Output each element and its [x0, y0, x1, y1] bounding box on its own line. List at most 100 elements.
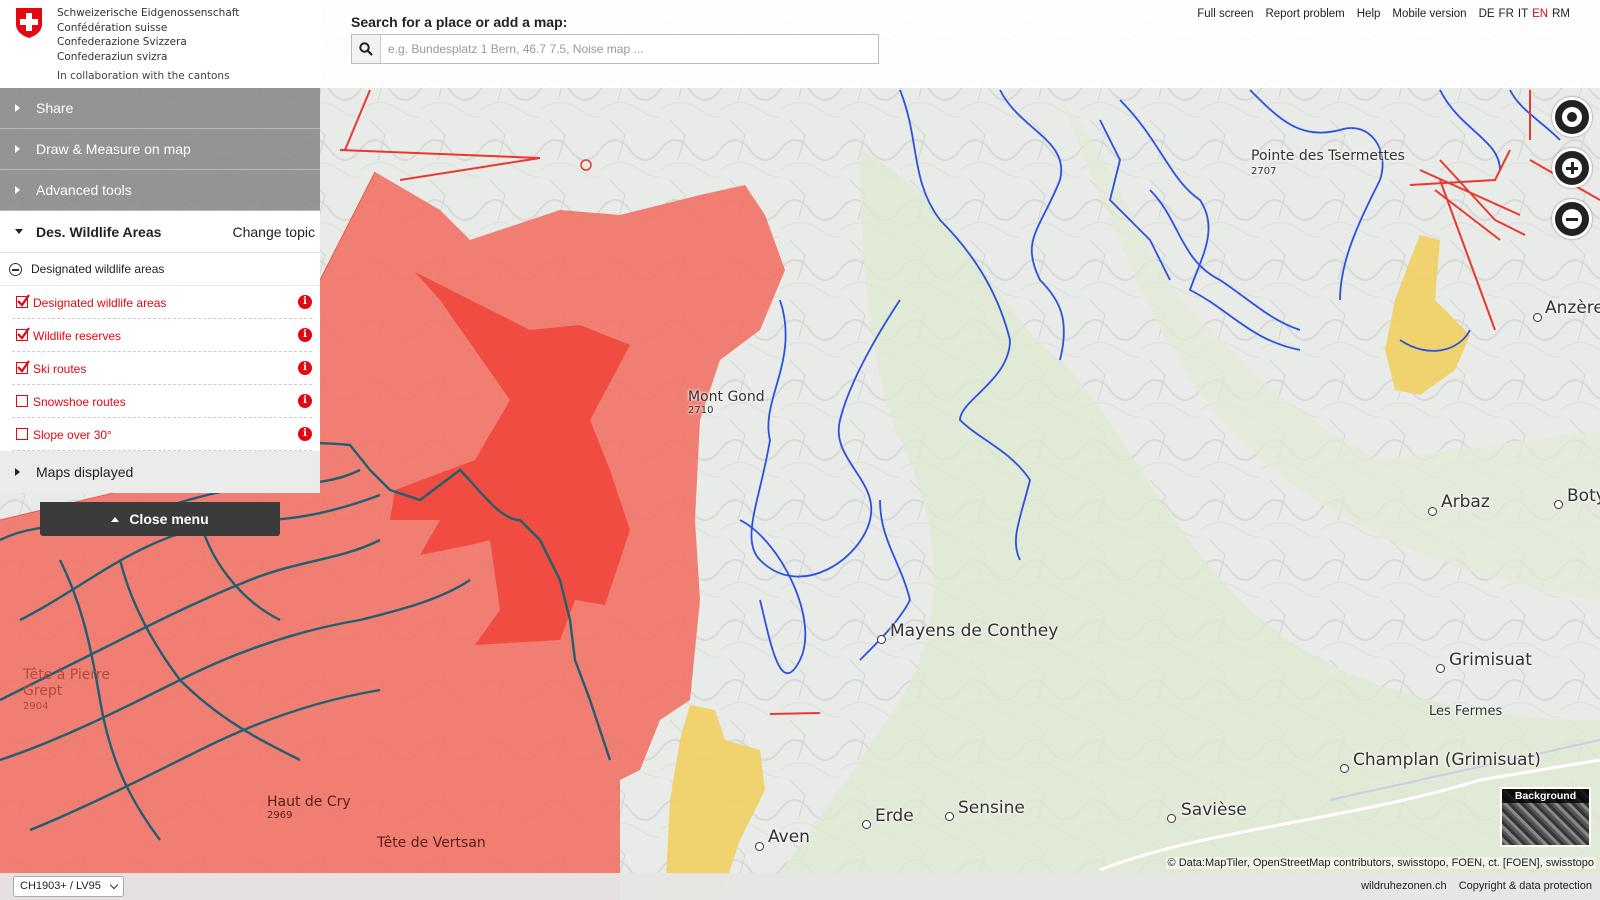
collapse-minus-icon[interactable]	[9, 263, 22, 276]
confederation-de: Schweizerische Eidgenossenschaft	[57, 7, 240, 19]
footer-links: wildruhezonen.ch Copyright & data protec…	[1361, 880, 1592, 892]
place-label-anzere: Anzère	[1545, 298, 1600, 318]
geolocate-button[interactable]	[1552, 97, 1592, 137]
header-bar: Schweizerische Eidgenossenschaft Confédé…	[0, 0, 1600, 88]
checkbox-checked[interactable]	[16, 360, 30, 374]
help-link[interactable]: Help	[1357, 8, 1381, 20]
place-label-mont-gond: Mont Gond 2710	[688, 389, 765, 416]
checkmark-icon	[17, 360, 30, 373]
zoom-out-button[interactable]	[1552, 199, 1592, 239]
layer-group-header[interactable]: Designated wildlife areas	[0, 253, 320, 286]
maps-displayed-section[interactable]: Maps displayed	[0, 451, 320, 493]
place-label-tete-pierre-grept: Tête à Pierre Grept 2904	[23, 667, 110, 712]
locate-icon	[1562, 107, 1582, 127]
confederation-fr: Confédération suisse	[57, 21, 168, 34]
layer-list: Designated wildlife areas i Wildlife res…	[0, 286, 320, 451]
lang-en[interactable]: EN	[1532, 8, 1548, 20]
mobile-version-link[interactable]: Mobile version	[1392, 8, 1466, 20]
map-attribution: © Data:MapTiler, OpenStreetMap contribut…	[1165, 857, 1596, 869]
topic-header[interactable]: Des. Wildlife Areas Change topic	[0, 211, 320, 253]
confederation-names: Schweizerische Eidgenossenschaft Confédé…	[57, 6, 239, 64]
place-label-boty: Boty	[1567, 486, 1600, 506]
place-label-arbaz: Arbaz	[1441, 492, 1490, 512]
layer-item-wildlife-reserves[interactable]: Wildlife reserves i	[0, 319, 320, 352]
search-label: Search for a place or add a map:	[351, 14, 568, 30]
advanced-tools-section[interactable]: Advanced tools	[0, 170, 320, 211]
info-icon[interactable]: i	[298, 427, 312, 441]
crs-select[interactable]: CH1903+ / LV95	[13, 876, 124, 897]
town-marker-mayens	[877, 635, 886, 644]
language-switcher: DE FR IT EN RM	[1479, 8, 1570, 20]
layer-label: Slope over 30°	[33, 427, 112, 442]
swiss-flag-icon	[16, 8, 42, 38]
site-link[interactable]: wildruhezonen.ch	[1361, 880, 1447, 892]
layer-item-designated-wildlife-areas[interactable]: Designated wildlife areas i	[0, 286, 320, 319]
town-marker-erde	[862, 820, 871, 829]
search-input[interactable]: e.g. Bundesplatz 1 Bern, 46.7 7.5, Noise…	[388, 42, 644, 56]
report-problem-link[interactable]: Report problem	[1265, 8, 1344, 20]
checkbox-checked[interactable]	[16, 294, 30, 308]
checkbox-unchecked[interactable]	[16, 395, 28, 407]
side-menu: Share Draw & Measure on map Advanced too…	[0, 88, 320, 493]
background-label: Background	[1502, 789, 1589, 803]
caret-right-icon	[15, 104, 20, 112]
lang-fr[interactable]: FR	[1499, 8, 1514, 20]
info-icon[interactable]: i	[298, 328, 312, 342]
draw-measure-section[interactable]: Draw & Measure on map	[0, 129, 320, 170]
place-label-pointe-des-tsermettes: Pointe des Tsermettes 2707	[1251, 148, 1405, 178]
checkbox-unchecked[interactable]	[16, 428, 28, 440]
close-menu-button[interactable]: Close menu	[40, 502, 280, 536]
layer-item-snowshoe-routes[interactable]: Snowshoe routes i	[0, 385, 320, 418]
place-label-champlan: Champlan (Grimisuat)	[1353, 750, 1541, 770]
caret-right-icon	[15, 186, 20, 194]
confederation-rm: Confederaziun svizra	[57, 50, 168, 63]
maps-displayed-label: Maps displayed	[36, 464, 134, 480]
lang-rm[interactable]: RM	[1552, 8, 1570, 20]
place-label-les-fermes: Les Fermes	[1429, 704, 1503, 719]
place-label-sensine: Sensine	[958, 798, 1025, 818]
town-marker-champlan	[1340, 764, 1349, 773]
topic-title: Des. Wildlife Areas	[36, 223, 162, 240]
info-icon[interactable]: i	[298, 394, 312, 408]
layer-label: Designated wildlife areas	[33, 295, 167, 310]
search-icon	[359, 42, 373, 56]
town-marker-aven	[755, 842, 764, 851]
footer-bar: CH1903+ / LV95 wildruhezonen.ch Copyrigh…	[0, 873, 1600, 900]
background-switcher[interactable]: Background	[1500, 787, 1591, 847]
fullscreen-link[interactable]: Full screen	[1197, 8, 1253, 20]
place-label-aven: Aven	[768, 827, 810, 847]
zoom-in-button[interactable]	[1552, 148, 1592, 188]
caret-right-icon	[15, 145, 20, 153]
share-section[interactable]: Share	[0, 88, 320, 129]
change-topic-link[interactable]: Change topic	[232, 224, 315, 240]
layer-group-label: Designated wildlife areas	[31, 262, 165, 276]
lang-de[interactable]: DE	[1479, 8, 1495, 20]
lang-it[interactable]: IT	[1518, 8, 1528, 20]
checkmark-icon	[17, 327, 30, 340]
town-marker-arbaz	[1428, 507, 1437, 516]
share-label: Share	[36, 100, 74, 116]
place-label-erde: Erde	[875, 806, 914, 826]
layer-item-ski-routes[interactable]: Ski routes i	[0, 352, 320, 385]
town-marker-anzere	[1533, 313, 1542, 322]
search-button[interactable]	[352, 35, 381, 63]
info-icon[interactable]: i	[298, 295, 312, 309]
layer-label: Ski routes	[33, 361, 87, 376]
place-label-tete-de-vertsan: Tête de Vertsan	[377, 835, 486, 851]
layer-label: Wildlife reserves	[33, 328, 122, 343]
town-marker-sensine	[945, 812, 954, 821]
close-menu-label: Close menu	[129, 511, 209, 527]
place-label-grimisuat: Grimisuat	[1449, 650, 1532, 670]
checkbox-checked[interactable]	[16, 327, 30, 341]
caret-up-icon	[111, 516, 120, 522]
town-marker-saviese	[1167, 814, 1176, 823]
search-field[interactable]: e.g. Bundesplatz 1 Bern, 46.7 7.5, Noise…	[351, 34, 879, 64]
town-marker-boty	[1554, 500, 1563, 509]
confederation-logo[interactable]: Schweizerische Eidgenossenschaft Confédé…	[0, 0, 322, 88]
caret-right-icon	[15, 468, 20, 476]
place-label-haut-de-cry: Haut de Cry 2969	[267, 794, 351, 821]
copyright-link[interactable]: Copyright & data protection	[1459, 880, 1592, 892]
info-icon[interactable]: i	[298, 361, 312, 375]
top-links: Full screen Report problem Help Mobile v…	[1197, 8, 1570, 20]
layer-item-slope[interactable]: Slope over 30° i	[0, 418, 320, 451]
